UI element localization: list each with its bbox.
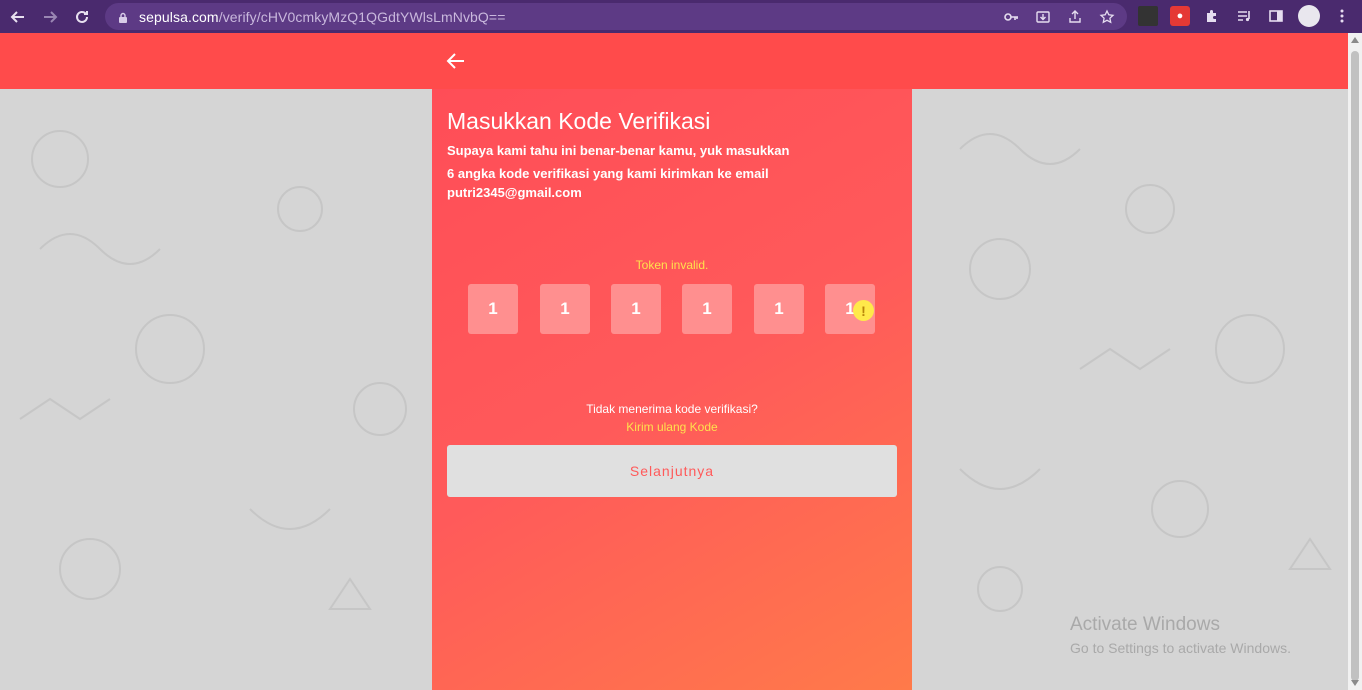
otp-digit-3[interactable]: 1	[611, 284, 661, 334]
puzzle-icon[interactable]	[1202, 6, 1222, 26]
scroll-up-icon[interactable]	[1351, 37, 1359, 43]
scrollbar-thumb[interactable]	[1351, 51, 1359, 681]
key-icon[interactable]	[1001, 7, 1021, 27]
page-scrollbar[interactable]	[1348, 33, 1362, 690]
forward-arrow-icon[interactable]	[36, 3, 64, 31]
back-arrow-icon[interactable]	[4, 3, 32, 31]
media-queue-icon[interactable]	[1234, 6, 1254, 26]
profile-avatar[interactable]	[1298, 5, 1320, 27]
watermark-title: Activate Windows	[1070, 614, 1220, 635]
watermark-subtitle: Go to Settings to activate Windows.	[1070, 640, 1291, 656]
install-icon[interactable]	[1033, 7, 1053, 27]
address-bar[interactable]: sepulsa.com/verify/cHV0cmkyMzQ1QGdtYWlsL…	[105, 3, 1127, 30]
resend-code-link[interactable]: Kirim ulang Kode	[432, 420, 912, 434]
extension-red-icon[interactable]: ●	[1170, 6, 1190, 26]
scroll-down-icon[interactable]	[1351, 680, 1359, 686]
app-header	[0, 33, 1348, 89]
share-icon[interactable]	[1065, 7, 1085, 27]
page-subtitle: Supaya kami tahu ini benar-benar kamu, y…	[447, 143, 790, 181]
error-message: Token invalid.	[635, 258, 709, 272]
email-address: putri2345@gmail.com	[447, 185, 582, 200]
verification-card: Masukkan Kode Verifikasi Supaya kami tah…	[432, 89, 912, 690]
extension-icon[interactable]	[1138, 6, 1158, 26]
bookmark-star-icon[interactable]	[1097, 7, 1117, 27]
warning-icon: !	[853, 300, 874, 321]
windows-watermark: Activate Windows Go to Settings to activ…	[1070, 614, 1291, 656]
page-title: Masukkan Kode Verifikasi	[447, 108, 711, 134]
otp-digit-5[interactable]: 1	[754, 284, 804, 334]
lock-icon	[117, 11, 129, 23]
otp-input-group: 1 1 1 1 1 1	[468, 284, 876, 334]
url-text: sepulsa.com/verify/cHV0cmkyMzQ1QGdtYWlsL…	[139, 8, 506, 25]
reload-icon[interactable]	[68, 3, 96, 31]
otp-digit-2[interactable]: 1	[540, 284, 590, 334]
resend-question: Tidak menerima kode verifikasi?	[586, 402, 758, 416]
menu-kebab-icon[interactable]	[1332, 6, 1352, 26]
otp-digit-4[interactable]: 1	[682, 284, 732, 334]
next-button[interactable]: Selanjutnya	[447, 445, 897, 497]
otp-digit-1[interactable]: 1	[468, 284, 518, 334]
side-panel-icon[interactable]	[1266, 6, 1286, 26]
back-arrow-icon[interactable]	[446, 51, 468, 73]
browser-toolbar: sepulsa.com/verify/cHV0cmkyMzQ1QGdtYWlsL…	[0, 0, 1362, 33]
